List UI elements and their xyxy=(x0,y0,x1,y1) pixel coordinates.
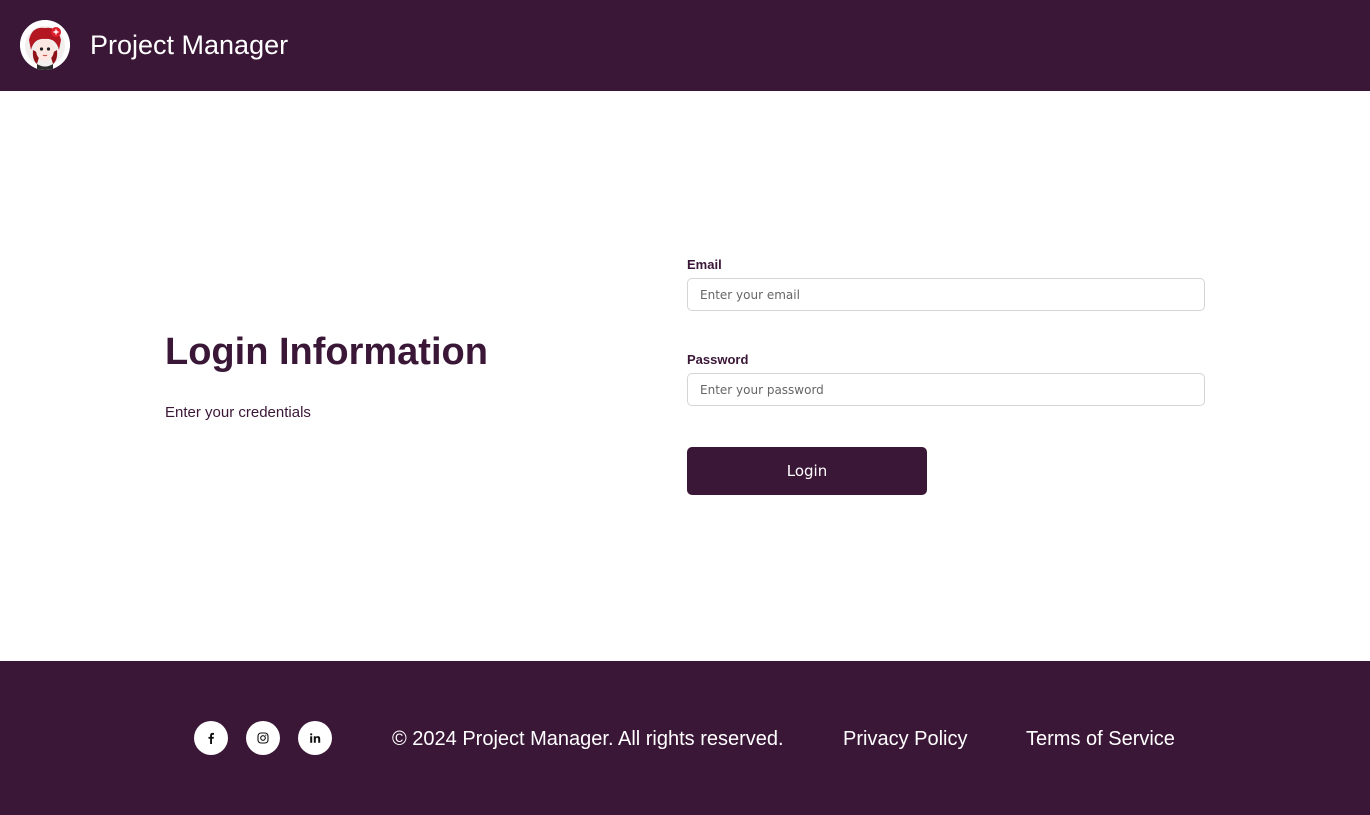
terms-of-service-link[interactable]: Terms of Service xyxy=(1026,727,1175,751)
login-button[interactable]: Login xyxy=(687,447,927,495)
linkedin-link[interactable] xyxy=(298,721,332,755)
footer: © 2024 Project Manager. All rights reser… xyxy=(0,661,1370,815)
login-form: Email Password Login xyxy=(687,257,1205,495)
password-field[interactable] xyxy=(687,373,1205,406)
password-label: Password xyxy=(687,352,749,367)
top-header: Project Manager xyxy=(0,0,1370,91)
instagram-link[interactable] xyxy=(246,721,280,755)
page-title: Login Information xyxy=(165,331,488,373)
privacy-policy-link[interactable]: Privacy Policy xyxy=(843,727,967,751)
app-title: Project Manager xyxy=(90,30,289,60)
copyright-text: © 2024 Project Manager. All rights reser… xyxy=(392,728,784,750)
avatar-logo-icon xyxy=(20,20,70,70)
facebook-link[interactable] xyxy=(194,721,228,755)
page-subtitle: Enter your credentials xyxy=(165,404,311,421)
app-logo[interactable] xyxy=(20,20,70,70)
facebook-icon xyxy=(208,732,214,744)
login-intro: Login Information Enter your credentials xyxy=(165,328,625,423)
instagram-icon xyxy=(257,732,269,744)
linkedin-icon xyxy=(310,733,321,743)
email-field[interactable] xyxy=(687,278,1205,311)
email-label: Email xyxy=(687,257,722,272)
